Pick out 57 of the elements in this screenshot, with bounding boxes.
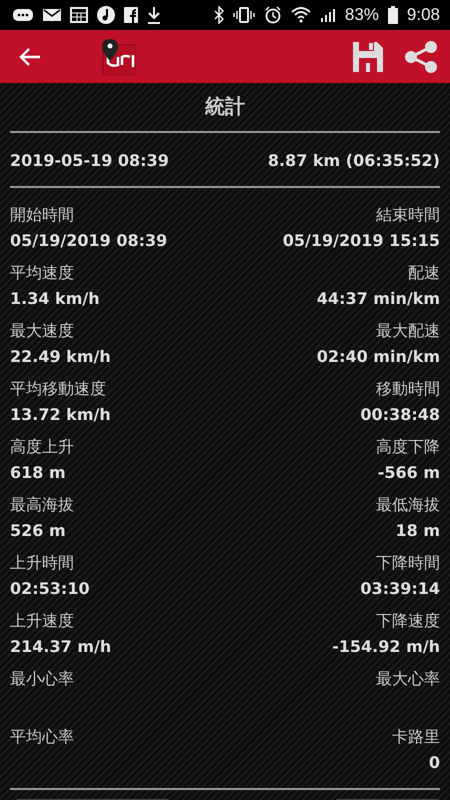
stat-value: 44:37 min/km xyxy=(316,288,440,310)
calendar-icon xyxy=(70,7,88,23)
stat-label: 結束時間 xyxy=(376,204,440,226)
download-icon xyxy=(147,6,161,24)
stat-label: 下降速度 xyxy=(376,610,440,632)
stat-value: 0 xyxy=(428,752,440,774)
stat-value: 02:53:10 xyxy=(10,578,90,600)
stat-value: 05/19/2019 15:15 xyxy=(282,230,440,252)
distance-duration: 8.87 km (06:35:52) xyxy=(268,151,440,170)
stat-value: 214.37 m/h xyxy=(10,636,112,658)
stat-label: 卡路里 xyxy=(392,726,440,748)
section-title: 統計 xyxy=(204,93,246,120)
stat-label: 最大心率 xyxy=(376,668,440,690)
stat-value: -566 m xyxy=(378,462,440,484)
stat-label: 最高海拔 xyxy=(10,494,74,516)
stat-value: 22.49 km/h xyxy=(10,346,111,368)
stat-label: 最大速度 xyxy=(10,320,75,342)
share-icon xyxy=(404,40,438,72)
stat-label: 配速 xyxy=(408,262,440,284)
stat-label: 平均速度 xyxy=(10,262,75,284)
stat-value: 526 m xyxy=(10,520,67,542)
stat-label: 高度下降 xyxy=(376,436,440,458)
stat-label: 上升速度 xyxy=(10,610,75,632)
stat-label: 移動時間 xyxy=(376,378,440,400)
stat-label: 最低海拔 xyxy=(376,494,440,516)
alarm-icon xyxy=(264,6,282,24)
stat-label: 平均移動速度 xyxy=(10,378,107,400)
mail-icon xyxy=(43,8,61,22)
battery-icon xyxy=(388,6,398,24)
stat-value: -154.92 m/h xyxy=(332,636,440,658)
stat-label: 下降時間 xyxy=(376,552,440,574)
stat-value: 00:38:48 xyxy=(360,404,440,426)
stat-label: 開始時間 xyxy=(10,204,75,226)
stat-label: 最大配速 xyxy=(376,320,440,342)
app-icon xyxy=(124,7,138,23)
start-date: 2019-05-19 08:39 xyxy=(10,151,169,170)
bluetooth-icon xyxy=(214,6,224,24)
clock-time: 9:08 xyxy=(406,5,440,25)
stat-value: 03:39:14 xyxy=(360,578,440,600)
stat-value: 1.34 km/h xyxy=(10,288,100,310)
wifi-icon xyxy=(290,6,311,24)
signal-icon xyxy=(320,8,336,22)
message-icon xyxy=(12,7,34,23)
battery-percentage: 83% xyxy=(344,5,379,25)
music-note-icon xyxy=(97,6,115,24)
stat-value: 02:40 min/km xyxy=(316,346,440,368)
stat-label: 高度上升 xyxy=(10,436,74,458)
stat-value: 05/19/2019 08:39 xyxy=(10,230,168,252)
stat-label: 最小心率 xyxy=(10,668,74,690)
stat-label: 上升時間 xyxy=(10,552,75,574)
map-pin-logo-icon xyxy=(100,38,136,74)
stat-value: 18 m xyxy=(395,520,440,542)
stat-value: 13.72 km/h xyxy=(10,404,111,426)
stat-label: 平均心率 xyxy=(10,726,74,748)
vibrate-icon xyxy=(232,7,255,23)
stat-value: 618 m xyxy=(10,462,67,484)
back-arrow-icon xyxy=(18,46,42,66)
